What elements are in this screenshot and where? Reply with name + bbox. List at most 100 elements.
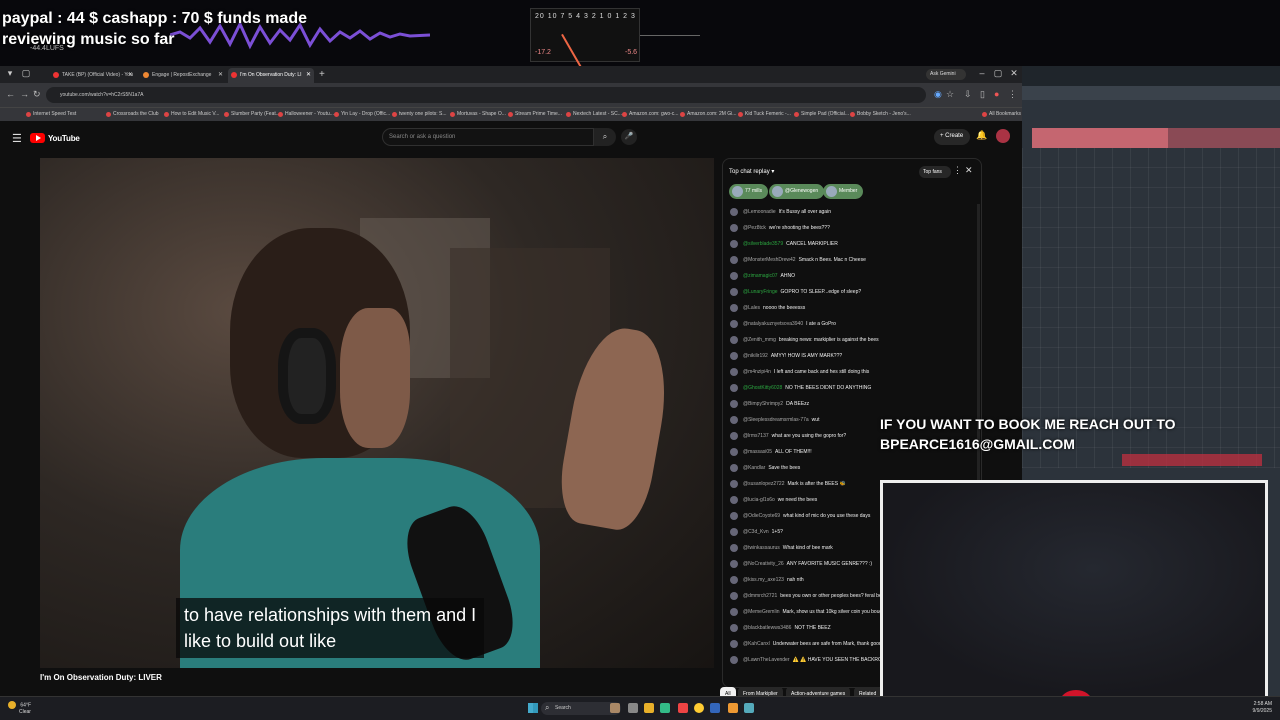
close-icon[interactable]: ✕	[306, 71, 311, 78]
windows-start-icon[interactable]	[528, 703, 538, 713]
profile-icon[interactable]: ●	[994, 89, 999, 99]
chat-message[interactable]: @GhostKitty6028 NO THE BEES DIDNT DO ANYT…	[723, 380, 979, 396]
avatar[interactable]	[730, 496, 738, 504]
chat-author[interactable]: @MemeGremlin	[743, 609, 779, 615]
chat-menu-dots-icon[interactable]: ⋮	[953, 165, 962, 176]
chat-author[interactable]: @nikilir192	[743, 353, 768, 359]
avatar[interactable]	[730, 240, 738, 248]
bookmark-item[interactable]: Kid Tuck Femeric -...	[738, 111, 791, 117]
close-icon[interactable]: ✕	[218, 71, 223, 78]
avatar[interactable]	[730, 608, 738, 616]
reload-icon[interactable]: ↻	[33, 89, 41, 100]
avatar[interactable]	[730, 384, 738, 392]
chat-author[interactable]: @GhostKitty6028	[743, 385, 782, 391]
chrome-icon[interactable]	[694, 703, 704, 713]
chat-author[interactable]: @kiss.my_axe123	[743, 577, 784, 583]
avatar[interactable]	[730, 320, 738, 328]
system-tray-clock[interactable]: 2:58 AM 9/9/2025	[1200, 701, 1272, 715]
bookmark-item[interactable]: Mortuvas - Shape O...	[450, 111, 506, 117]
tab-take-video[interactable]: TAKE (BP) (Official Video) - You ✕	[50, 68, 136, 83]
chat-message[interactable]: @m4nzipi4n I left and came back and hes s…	[723, 364, 979, 380]
chat-author[interactable]: @OdieCoyote69	[743, 513, 780, 519]
chat-message[interactable]: @Kandlar Save the bees	[723, 460, 979, 476]
chat-author[interactable]: @KahCanxl	[743, 641, 770, 647]
avatar[interactable]	[730, 656, 738, 664]
chat-author[interactable]: @natalyakuznyetsova3940	[743, 321, 803, 327]
tab-observation-duty[interactable]: I'm On Observation Duty: LI ✕	[228, 68, 314, 83]
weather-widget[interactable]: 64°F Clear	[8, 701, 31, 716]
bookmark-item[interactable]: Crossroads the Club	[106, 111, 159, 117]
maximize-icon[interactable]: ▢	[992, 68, 1004, 79]
tab-repostexchange[interactable]: Engage | RepostExchange ✕	[140, 68, 226, 83]
bookmark-item[interactable]: Amazon.com: gwo-c...	[622, 111, 678, 117]
avatar[interactable]	[730, 416, 738, 424]
downloads-icon[interactable]: ⇩	[964, 89, 972, 100]
app-icon[interactable]	[728, 703, 738, 713]
new-tab-button[interactable]: +	[319, 69, 325, 80]
chat-author[interactable]: @susanlopez2722	[743, 481, 785, 487]
bookmark-item[interactable]: Internet Speed Test	[26, 111, 76, 117]
window-close-icon[interactable]: ✕	[1008, 68, 1020, 79]
chat-author[interactable]: @MonsterMeshDrew42	[743, 257, 796, 263]
top-fans-button[interactable]: Top fans	[919, 166, 951, 178]
create-button[interactable]: + Create	[934, 129, 970, 145]
chat-author[interactable]: @lucia-gl1s6o	[743, 497, 775, 503]
avatar[interactable]	[730, 528, 738, 536]
tab-search-icon[interactable]: ▾	[4, 68, 16, 79]
notifications-bell-icon[interactable]: 🔔	[976, 130, 987, 141]
chat-message[interactable]: @nikilir192 AMYY! HOW IS AMY MARK???	[723, 348, 979, 364]
bookmark-star-icon[interactable]: ☆	[946, 89, 954, 100]
avatar[interactable]	[730, 336, 738, 344]
avatar[interactable]	[730, 576, 738, 584]
chat-author[interactable]: @twinkassaurus	[743, 545, 780, 551]
video-player[interactable]: to have relationships with them and I li…	[40, 158, 714, 668]
chat-chip[interactable]: @Glenewogen	[769, 184, 825, 199]
taskbar-search[interactable]: Search	[541, 702, 621, 715]
chat-author[interactable]: @Pez8tck	[743, 225, 766, 231]
chat-author[interactable]: @massasi05	[743, 449, 772, 455]
chat-author[interactable]: @lrms7137	[743, 433, 769, 439]
avatar[interactable]	[730, 544, 738, 552]
bookmark-item[interactable]: Bobby Sketch - Jeno's...	[850, 111, 911, 117]
microphone-icon[interactable]: 🎤	[621, 129, 637, 145]
chat-message[interactable]: @BimpyShrimpy2 DA BEEzz	[723, 396, 979, 412]
sidebar-icon[interactable]: ▯	[980, 89, 985, 100]
avatar[interactable]	[730, 208, 738, 216]
chat-author[interactable]: @Lales	[743, 305, 760, 311]
avatar[interactable]	[730, 304, 738, 312]
chat-author[interactable]: @Lemoonadie	[743, 209, 776, 215]
chat-message[interactable]: @Lemoonadie It's Bussy all over again	[723, 204, 979, 220]
avatar[interactable]	[730, 400, 738, 408]
avatar[interactable]	[730, 640, 738, 648]
back-icon[interactable]: ←	[6, 89, 15, 99]
forward-icon[interactable]: →	[20, 89, 29, 99]
avatar[interactable]	[730, 224, 738, 232]
chat-close-icon[interactable]: ✕	[965, 165, 973, 176]
hamburger-menu-icon[interactable]: ☰	[12, 132, 22, 145]
chat-message[interactable]: @Zenith_mmg breaking news: markiplier is …	[723, 332, 979, 348]
bookmark-item[interactable]: Simple Pad (Official...	[794, 111, 849, 117]
avatar[interactable]	[730, 272, 738, 280]
bookmark-item[interactable]: Nextech Latest - SC...	[566, 111, 622, 117]
ask-gemini-button[interactable]: Ask Gemini	[926, 69, 966, 80]
chat-author[interactable]: @NoCreativity_26	[743, 561, 784, 567]
minimize-icon[interactable]: –	[976, 68, 988, 78]
extension-icon[interactable]: ◉	[934, 89, 942, 100]
app-icon[interactable]	[744, 703, 754, 713]
chat-author[interactable]: @zimamagic07	[743, 273, 778, 279]
chat-message[interactable]: @silverblade3579 CANCEL MARKIPLIER	[723, 236, 979, 252]
menu-dots-icon[interactable]: ⋮	[1008, 89, 1017, 100]
avatar[interactable]	[730, 432, 738, 440]
app-icon[interactable]	[678, 703, 688, 713]
chat-message[interactable]: @zimamagic07 AHNO	[723, 268, 979, 284]
avatar[interactable]	[996, 129, 1010, 143]
avatar[interactable]	[730, 592, 738, 600]
chat-author[interactable]: @LawnTheLavender	[743, 657, 790, 663]
task-view-icon[interactable]	[628, 703, 638, 713]
chat-message[interactable]: @Pez8tck we're shooting the bees???	[723, 220, 979, 236]
url-field[interactable]: youtube.com/watch?v=hC2rS5N1a7A	[46, 87, 926, 103]
chat-author[interactable]: @BimpyShrimpy2	[743, 401, 783, 407]
avatar[interactable]	[730, 288, 738, 296]
bookmark-item[interactable]: Yin Lay - Drop (Offic...	[334, 111, 390, 117]
file-explorer-icon[interactable]	[644, 703, 654, 713]
